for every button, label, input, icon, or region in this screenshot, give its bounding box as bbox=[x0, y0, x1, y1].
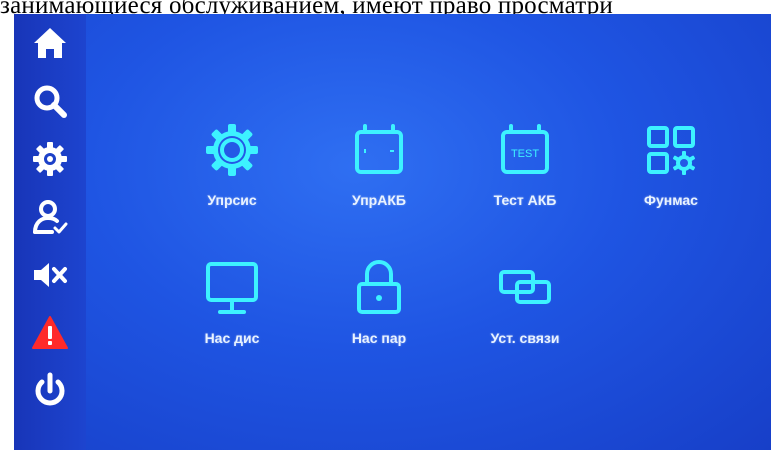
tile-functions[interactable]: Фунмас bbox=[606, 118, 736, 228]
search-icon bbox=[34, 85, 67, 118]
tile-system-control[interactable]: Упрсис bbox=[167, 118, 297, 228]
tile-display-settings[interactable]: Нас дис bbox=[167, 256, 297, 366]
tile-label: Упрсис bbox=[207, 192, 257, 208]
sidebar-item-settings[interactable] bbox=[20, 130, 80, 188]
battery-icon bbox=[355, 124, 403, 174]
user-check-icon bbox=[33, 200, 68, 234]
sidebar bbox=[14, 14, 86, 450]
tile-label: Нас пар bbox=[351, 330, 407, 346]
home-icon bbox=[34, 28, 66, 58]
sidebar-item-search[interactable] bbox=[20, 72, 80, 130]
control-panel-screen: Упрсис УпрАКБ TEST Тест АКБ Фунмас Нас д… bbox=[14, 14, 771, 450]
gear-icon bbox=[33, 142, 67, 176]
power-icon bbox=[35, 372, 65, 406]
warning-icon bbox=[32, 316, 68, 349]
battery-test-icon: TEST bbox=[501, 124, 549, 174]
sidebar-item-user[interactable] bbox=[20, 188, 80, 246]
sidebar-item-power[interactable] bbox=[20, 362, 80, 420]
tile-connection-settings[interactable]: Уст. связи bbox=[460, 256, 590, 366]
tile-label: Тест АКБ bbox=[493, 192, 557, 208]
sidebar-item-mute[interactable] bbox=[20, 246, 80, 304]
tile-battery-test[interactable]: TEST Тест АКБ bbox=[460, 118, 590, 228]
tile-password-settings[interactable]: Нас пар bbox=[314, 256, 444, 366]
monitor-icon bbox=[206, 262, 258, 314]
battery-test-icon-text: TEST bbox=[511, 148, 539, 160]
sidebar-item-alarm[interactable] bbox=[20, 304, 80, 362]
lock-icon bbox=[357, 260, 401, 314]
tile-label: Нас дис bbox=[204, 330, 260, 346]
sidebar-item-home[interactable] bbox=[20, 14, 80, 72]
tile-label: Уст. связи bbox=[490, 330, 560, 346]
tile-label: УпрАКБ bbox=[352, 192, 406, 208]
grid-settings-icon bbox=[647, 126, 696, 175]
gear-icon bbox=[206, 124, 258, 176]
tile-battery-control[interactable]: УпрАКБ bbox=[314, 118, 444, 228]
link-windows-icon bbox=[499, 270, 551, 304]
mute-icon bbox=[34, 263, 67, 287]
tile-label: Фунмас bbox=[644, 192, 698, 208]
